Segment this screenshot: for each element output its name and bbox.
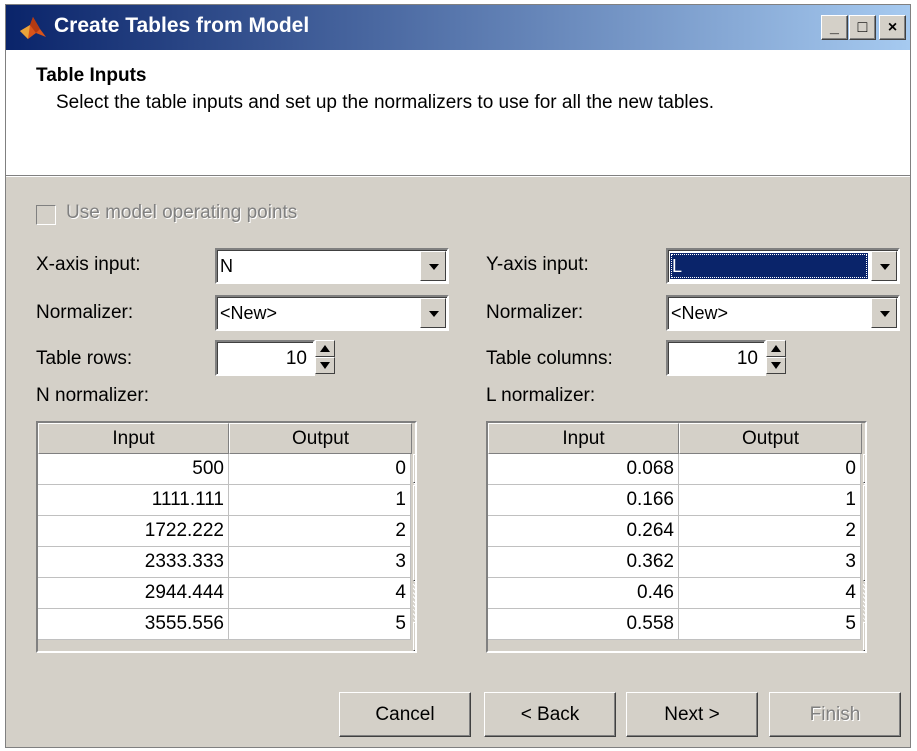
input-cell[interactable]: 3555.556 xyxy=(38,609,229,640)
scroll-thumb[interactable] xyxy=(413,485,415,581)
input-cell[interactable]: 0.558 xyxy=(488,609,679,640)
table-rows-value: 10 xyxy=(285,348,307,369)
input-cell[interactable]: 0.264 xyxy=(488,516,679,547)
chevron-down-icon[interactable] xyxy=(420,251,446,281)
spin-up-icon[interactable] xyxy=(766,340,786,357)
output-cell[interactable]: 1 xyxy=(679,485,861,516)
table-columns-value: 10 xyxy=(736,348,758,369)
x-axis-input-select[interactable]: N xyxy=(215,248,449,284)
y-normalizer-label: Normalizer: xyxy=(486,302,584,323)
x-axis-input-label: X-axis input: xyxy=(36,254,141,275)
column-header-input[interactable]: Input xyxy=(488,423,679,454)
output-cell[interactable]: 2 xyxy=(679,516,861,547)
input-cell[interactable]: 500 xyxy=(38,454,229,485)
table-row[interactable]: 0.46 4 xyxy=(488,578,861,609)
scroll-down-icon[interactable] xyxy=(863,622,865,651)
y-normalizer-select[interactable]: <New> xyxy=(666,295,900,331)
spin-down-icon[interactable] xyxy=(315,357,335,374)
input-cell[interactable]: 0.068 xyxy=(488,454,679,485)
table-row[interactable]: 0.068 0 xyxy=(488,454,861,485)
table-row[interactable]: 3555.556 5 xyxy=(38,609,411,640)
chevron-down-icon[interactable] xyxy=(871,251,897,281)
vertical-scrollbar[interactable] xyxy=(413,454,415,651)
wizard-header: Table Inputs Select the table inputs and… xyxy=(6,50,910,176)
output-cell[interactable]: 3 xyxy=(229,547,411,578)
table-row[interactable]: 1722.222 2 xyxy=(38,516,411,547)
scroll-up-icon[interactable] xyxy=(413,454,415,483)
chevron-down-icon[interactable] xyxy=(871,298,897,328)
chevron-down-icon[interactable] xyxy=(420,298,446,328)
vertical-scrollbar[interactable] xyxy=(863,454,865,651)
input-cell[interactable]: 1111.111 xyxy=(38,485,229,516)
output-cell[interactable]: 0 xyxy=(679,454,861,485)
table-row[interactable]: 0.264 2 xyxy=(488,516,861,547)
window-title: Create Tables from Model xyxy=(54,14,310,37)
matlab-logo-icon xyxy=(20,17,46,39)
column-header-output[interactable]: Output xyxy=(679,423,862,454)
back-button[interactable]: < Back xyxy=(484,692,616,737)
table-rows-label: Table rows: xyxy=(36,348,133,369)
input-cell[interactable]: 2944.444 xyxy=(38,578,229,609)
y-axis-input-select[interactable]: L xyxy=(666,248,900,284)
table-row[interactable]: 0.558 5 xyxy=(488,609,861,640)
table-row[interactable]: 2333.333 3 xyxy=(38,547,411,578)
y-axis-input-value: L xyxy=(670,253,868,279)
n-normalizer-label: N normalizer: xyxy=(36,385,149,406)
output-cell[interactable]: 5 xyxy=(229,609,411,640)
scroll-up-icon[interactable] xyxy=(863,454,865,483)
input-cell[interactable]: 0.166 xyxy=(488,485,679,516)
table-columns-field[interactable]: 10 xyxy=(666,340,766,376)
table-row[interactable]: 1111.111 1 xyxy=(38,485,411,516)
table-row[interactable]: 0.362 3 xyxy=(488,547,861,578)
table-columns-label: Table columns: xyxy=(486,348,613,369)
close-button[interactable]: × xyxy=(879,15,906,40)
cancel-button[interactable]: Cancel xyxy=(339,692,471,737)
output-cell[interactable]: 0 xyxy=(229,454,411,485)
header-title: Table Inputs xyxy=(36,65,147,86)
l-normalizer-table: Input Output 0.068 0 0.166 1 0.264 2 0.3… xyxy=(486,421,867,653)
y-axis-input-label: Y-axis input: xyxy=(486,254,589,275)
scroll-down-icon[interactable] xyxy=(413,622,415,651)
n-normalizer-table: Input Output 500 0 1111.111 1 1722.222 2… xyxy=(36,421,417,653)
header-subtitle: Select the table inputs and set up the n… xyxy=(56,92,714,113)
x-normalizer-value: <New> xyxy=(220,303,278,323)
input-cell[interactable]: 0.46 xyxy=(488,578,679,609)
scroll-thumb[interactable] xyxy=(863,485,865,581)
input-cell[interactable]: 2333.333 xyxy=(38,547,229,578)
x-normalizer-select[interactable]: <New> xyxy=(215,295,449,331)
output-cell[interactable]: 4 xyxy=(229,578,411,609)
finish-button[interactable]: Finish xyxy=(769,692,901,737)
l-normalizer-label: L normalizer: xyxy=(486,385,596,406)
table-row[interactable]: 0.166 1 xyxy=(488,485,861,516)
table-row[interactable]: 500 0 xyxy=(38,454,411,485)
next-button[interactable]: Next > xyxy=(626,692,758,737)
x-axis-input-value: N xyxy=(220,256,233,276)
column-header-input[interactable]: Input xyxy=(38,423,229,454)
table-rows-stepper[interactable] xyxy=(315,340,335,374)
output-cell[interactable]: 3 xyxy=(679,547,861,578)
use-operating-points-label: Use model operating points xyxy=(66,202,298,223)
output-cell[interactable]: 5 xyxy=(679,609,861,640)
output-cell[interactable]: 2 xyxy=(229,516,411,547)
x-normalizer-label: Normalizer: xyxy=(36,302,134,323)
column-header-output[interactable]: Output xyxy=(229,423,412,454)
maximize-button[interactable]: □ xyxy=(849,15,876,40)
output-cell[interactable]: 4 xyxy=(679,578,861,609)
use-operating-points-checkbox[interactable] xyxy=(36,205,56,225)
output-cell[interactable]: 1 xyxy=(229,485,411,516)
table-row[interactable]: 2944.444 4 xyxy=(38,578,411,609)
table-rows-field[interactable]: 10 xyxy=(215,340,315,376)
create-tables-dialog: Create Tables from Model _ □ × Table Inp… xyxy=(5,4,911,748)
spin-down-icon[interactable] xyxy=(766,357,786,374)
spin-up-icon[interactable] xyxy=(315,340,335,357)
minimize-button[interactable]: _ xyxy=(821,15,848,40)
title-bar[interactable]: Create Tables from Model _ □ × xyxy=(6,5,910,50)
table-columns-stepper[interactable] xyxy=(766,340,786,374)
y-normalizer-value: <New> xyxy=(671,303,729,323)
input-cell[interactable]: 1722.222 xyxy=(38,516,229,547)
input-cell[interactable]: 0.362 xyxy=(488,547,679,578)
